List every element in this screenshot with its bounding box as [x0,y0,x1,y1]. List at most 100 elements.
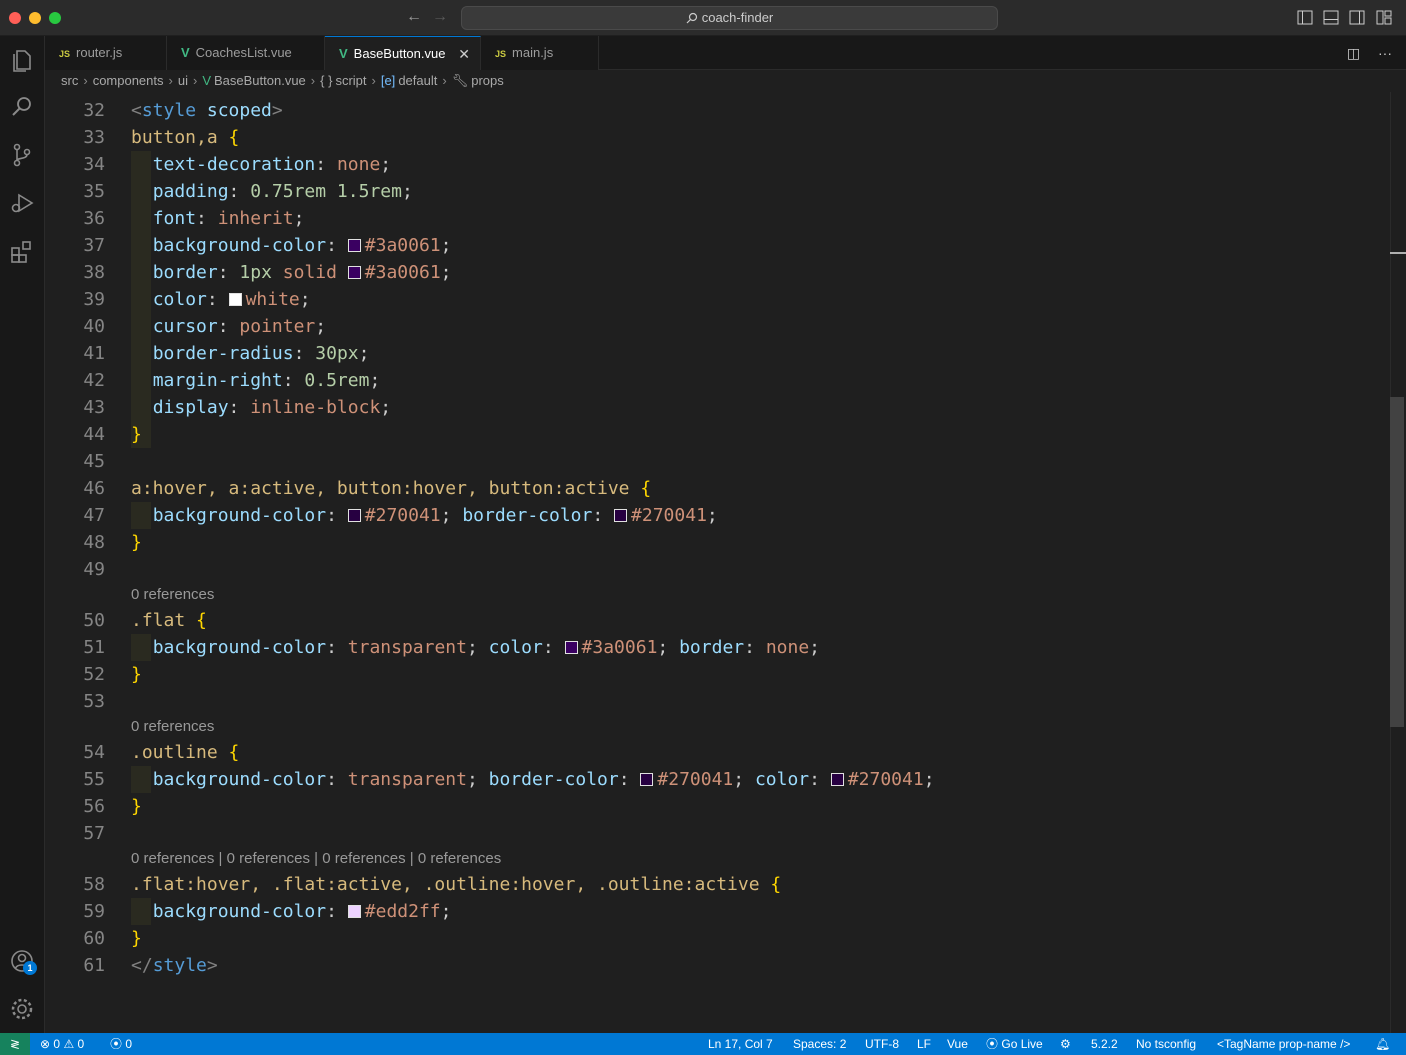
tab-label: main.js [512,45,554,60]
notifications-bell-icon[interactable]: 🔔︎ [1375,1033,1390,1055]
tag-name-casing[interactable]: <TagName prop-name /> [1217,1033,1350,1055]
code-line: 54 .outline { [45,739,1385,766]
breadcrumb-item[interactable]: BaseButton.vue [214,73,306,88]
code-line: 55 background-color: transparent; border… [45,766,1385,793]
color-swatch[interactable] [347,266,361,279]
code-line: 59 background-color: #edd2ff; [45,898,1385,925]
color-swatch[interactable] [614,509,628,522]
token: { [196,610,207,631]
breadcrumb-item[interactable]: default [398,73,437,88]
line-number: 35 [83,181,105,202]
token: } [131,928,142,949]
code-line: 50 .flat { [45,607,1385,634]
search-icon[interactable] [8,93,36,121]
source-control-icon[interactable] [8,141,36,169]
line-number: 55 [83,769,105,790]
remote-indicator-icon[interactable]: ≷ [0,1033,30,1055]
codelens-references[interactable]: 0 references | 0 references | 0 referenc… [131,849,501,869]
tsconfig-status[interactable]: No tsconfig [1136,1033,1196,1055]
token: color [754,769,810,790]
line-number: 42 [83,370,105,391]
chevron-right-icon: › [168,73,173,88]
line-number: 34 [83,154,105,175]
breadcrumb-item[interactable]: src [61,73,78,88]
close-tab-icon[interactable]: ✕ [458,37,470,71]
tab-router-js[interactable]: JS router.js [45,36,167,70]
gear-icon[interactable]: ⚙ [1060,1033,1071,1055]
token: border-color [462,505,593,526]
token: > [271,100,283,121]
title-bar: ← → coach-finder [0,0,1406,36]
code-line: 44} [45,421,1385,448]
ts-version[interactable]: 5.2.2 [1091,1033,1118,1055]
color-swatch[interactable] [347,239,361,252]
scrollbar-thumb[interactable] [1390,397,1404,727]
token: white [245,289,300,310]
codelens-references[interactable]: 0 references [131,585,214,605]
breadcrumb-item[interactable]: props [471,73,504,88]
close-window-button[interactable] [9,12,21,24]
tab-label: CoachesList.vue [195,45,292,60]
js-icon: JS [59,49,71,59]
color-swatch[interactable] [564,641,578,654]
indentation[interactable]: Spaces: 2 [793,1033,846,1055]
tab-coacheslist-vue[interactable]: V CoachesList.vue [167,36,325,70]
command-center-search[interactable]: coach-finder [461,6,998,30]
warning-count: 0 [77,1037,85,1051]
line-number: 33 [83,127,105,148]
breadcrumb-item[interactable]: script [335,73,366,88]
color-swatch[interactable] [640,773,654,786]
more-actions-icon[interactable]: ··· [1378,45,1392,61]
color-swatch[interactable] [830,773,844,786]
end-of-line[interactable]: LF [917,1033,931,1055]
token: 0.75rem 1.5rem [250,181,402,202]
token: } [131,424,142,445]
chevron-right-icon: › [442,73,447,88]
code-editor[interactable]: 32 <style scoped> 33 button,a { 34 text-de… [45,92,1406,1033]
token: padding [152,181,229,202]
color-swatch[interactable] [347,905,361,918]
customize-layout-icon[interactable] [1376,10,1392,25]
extensions-icon[interactable] [8,237,36,265]
code-line: 32 <style scoped> [45,97,1385,124]
code-line: 33 button,a { [45,124,1385,151]
breadcrumb-item[interactable]: components [93,73,164,88]
maximize-window-button[interactable] [49,12,61,24]
forward-arrow-icon[interactable]: → [430,8,450,26]
chevron-right-icon: › [83,73,88,88]
split-editor-icon[interactable]: ◫ [1347,45,1360,61]
language-mode[interactable]: Vue [947,1033,968,1055]
back-arrow-icon[interactable]: ← [404,8,424,26]
search-icon [686,12,697,24]
problems-indicator[interactable]: ⊗ 0 ⚠ 0 [40,1033,84,1055]
chevron-right-icon: › [192,73,198,88]
run-debug-icon[interactable] [8,189,36,217]
chevron-right-icon: › [371,73,376,88]
go-live-button[interactable]: ⦿ Go Live [986,1033,1043,1055]
token: color [488,637,543,658]
cursor-position[interactable]: Ln 17, Col 7 [708,1033,773,1055]
code-line: 38 border: 1px solid #3a0061; [45,259,1385,286]
toggle-primary-sidebar-icon[interactable] [1297,10,1313,25]
color-swatch[interactable] [347,509,361,522]
line-number: 59 [83,901,105,922]
tab-basebutton-vue[interactable]: V BaseButton.vue ✕ [325,36,481,70]
code-line: 35 padding: 0.75rem 1.5rem; [45,178,1385,205]
token: a:hover, a:active, button:hover, button:… [131,478,630,499]
minimize-window-button[interactable] [29,12,41,24]
manage-gear-icon[interactable] [8,995,36,1023]
token: </ [131,955,153,976]
color-swatch[interactable] [228,293,242,306]
token: .flat:hover, .flat:active, .outline:hove… [131,874,760,895]
ports-indicator[interactable]: ⦿ 0 [110,1033,132,1055]
codelens-references[interactable]: 0 references [131,717,214,737]
toggle-secondary-sidebar-icon[interactable] [1349,10,1365,25]
toggle-panel-icon[interactable] [1323,10,1339,25]
explorer-icon[interactable] [8,45,36,73]
breadcrumb-item[interactable]: ui [178,73,188,88]
encoding[interactable]: UTF-8 [865,1033,899,1055]
code-line: 61 </style> [45,952,1385,979]
token: #3a0061 [364,262,441,283]
token: #270041 [364,505,441,526]
tab-main-js[interactable]: JS main.js [481,36,599,70]
